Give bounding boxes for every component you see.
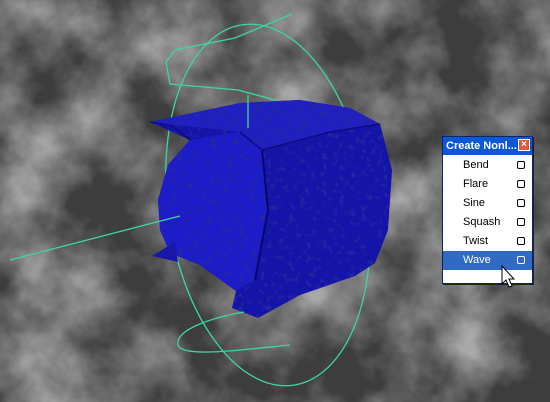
menu-list: Bend Flare Sine Squash Twist Wave [443, 155, 532, 270]
menu-item-label: Flare [463, 178, 489, 190]
option-box-icon[interactable] [517, 161, 525, 169]
menu-item-bend[interactable]: Bend [443, 156, 532, 175]
option-box-icon[interactable] [517, 180, 525, 188]
menu-title-bar[interactable]: Create Nonl... × [443, 137, 532, 155]
menu-item-wave[interactable]: Wave [443, 251, 532, 270]
menu-title: Create Nonl... [446, 140, 517, 152]
menu-item-squash[interactable]: Squash [443, 213, 532, 232]
option-box-icon[interactable] [517, 218, 525, 226]
option-box-icon[interactable] [517, 256, 525, 264]
menu-item-sine[interactable]: Sine [443, 194, 532, 213]
menu-item-label: Wave [463, 254, 491, 266]
menu-item-label: Twist [463, 235, 489, 247]
menu-item-label: Bend [463, 159, 489, 171]
create-nonlinear-menu[interactable]: Create Nonl... × Bend Flare Sine Squash … [442, 136, 533, 284]
option-box-icon[interactable] [517, 237, 525, 245]
close-icon[interactable]: × [518, 139, 530, 151]
menu-item-flare[interactable]: Flare [443, 175, 532, 194]
menu-item-label: Squash [463, 216, 501, 228]
mouse-pointer-icon [501, 265, 515, 288]
option-box-icon[interactable] [517, 199, 525, 207]
menu-item-label: Sine [463, 197, 486, 209]
menu-item-twist[interactable]: Twist [443, 232, 532, 251]
